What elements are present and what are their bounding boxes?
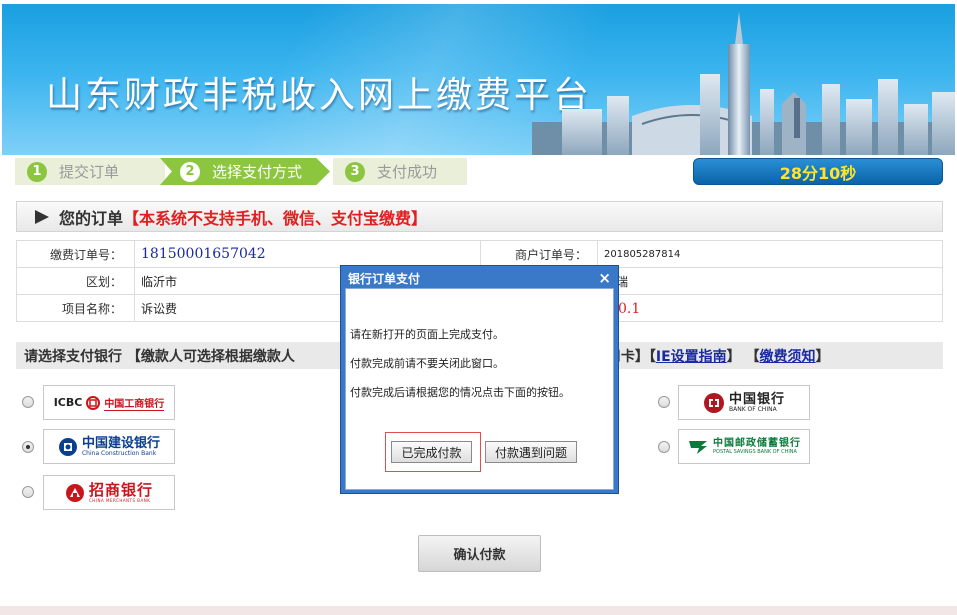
cmb-emblem-icon xyxy=(65,483,84,502)
bank-option-cmb[interactable]: 招商银行 CHINA MERCHANTS BANK xyxy=(43,475,175,510)
bank-radio-cmb[interactable] xyxy=(22,486,34,498)
order-notice: 【本系统不支持手机、微信、支付宝缴费】 xyxy=(123,208,428,228)
payer-value: 菲瑞 xyxy=(597,267,943,295)
triangle-right-icon xyxy=(35,209,49,224)
footer-strip xyxy=(0,606,957,615)
boc-emblem-icon xyxy=(703,392,724,413)
bank-bar-prefix: 请选择支付银行 【缴款人可选择根据缴款人 xyxy=(24,348,295,365)
merchant-order-value: 201805287814 xyxy=(597,240,943,268)
dialog-message-2: 付款完成前请不要关闭此窗口。 xyxy=(350,357,504,370)
region-label: 区划： xyxy=(16,267,135,295)
bank-bar-end: 】 xyxy=(815,348,830,365)
step-number: 3 xyxy=(345,161,365,182)
step-payment-success: 3 支付成功 xyxy=(333,158,467,185)
item-name-label: 项目名称： xyxy=(16,294,135,322)
bank-option-psbc[interactable]: 中国邮政储蓄银行 POSTAL SAVINGS BANK OF CHINA xyxy=(678,429,810,464)
ie-settings-guide-link[interactable]: IE设置指南 xyxy=(656,346,727,366)
close-icon[interactable]: × xyxy=(598,271,611,286)
city-skyline-image xyxy=(532,12,955,155)
step-number: 2 xyxy=(180,161,200,182)
bank-option-boc[interactable]: 中国银行 BANK OF CHINA xyxy=(678,385,810,420)
bank-bar-mid: 】 【 xyxy=(726,348,760,365)
boc-logo: 中国银行 BANK OF CHINA xyxy=(703,392,785,414)
step-number: 1 xyxy=(27,161,47,182)
bank-radio-boc[interactable] xyxy=(658,396,670,408)
order-number-value: 18150001657042 xyxy=(141,246,266,262)
payment-problem-button[interactable]: 付款遇到问题 xyxy=(485,441,577,463)
table-row: 缴费订单号： 18150001657042 商户订单号： 20180528781… xyxy=(16,240,943,268)
merchant-order-label: 商户订单号： xyxy=(480,240,598,268)
dialog-title: 银行订单支付 xyxy=(348,272,421,286)
icbc-emblem-icon xyxy=(86,395,101,410)
order-heading: 您的订单 xyxy=(59,208,124,228)
progress-steps: 1 提交订单 2 选择支付方式 3 支付成功 xyxy=(15,158,467,185)
bank-payment-dialog: 银行订单支付 × 请在新打开的页面上完成支付。 付款完成前请不要关闭此窗口。 付… xyxy=(340,265,619,494)
dialog-message-3: 付款完成后请根据您的情况点击下面的按钮。 xyxy=(350,386,570,399)
order-section-header: 您的订单 【本系统不支持手机、微信、支付宝缴费】 xyxy=(16,201,943,232)
psbc-emblem-icon xyxy=(689,440,707,454)
step-submit-order: 1 提交订单 xyxy=(15,158,165,185)
bank-option-icbc[interactable]: ICBC 中国工商银行 xyxy=(43,385,175,420)
dialog-body: 请在新打开的页面上完成支付。 付款完成前请不要关闭此窗口。 付款完成后请根据您的… xyxy=(345,288,614,490)
ccb-logo: 中国建设银行 China Construction Bank xyxy=(58,437,160,457)
psbc-logo: 中国邮政储蓄银行 POSTAL SAVINGS BANK OF CHINA xyxy=(687,437,801,457)
bank-radio-psbc[interactable] xyxy=(658,441,670,453)
bank-option-ccb[interactable]: 中国建设银行 China Construction Bank xyxy=(43,429,175,464)
step-label: 支付成功 xyxy=(377,163,438,181)
dialog-titlebar: 银行订单支付 × xyxy=(344,269,615,288)
ccb-emblem-icon xyxy=(58,437,77,456)
payment-completed-button[interactable]: 已完成付款 xyxy=(391,441,472,463)
order-number-label: 缴费订单号： xyxy=(16,240,135,268)
step-label: 提交订单 xyxy=(59,163,120,181)
bank-radio-icbc[interactable] xyxy=(22,396,34,408)
payment-page: 山东财政非税收入网上缴费平台 1 提交订单 2 选择支付方式 3 支付成功 28… xyxy=(0,0,957,615)
confirm-payment-button[interactable]: 确认付款 xyxy=(418,535,541,572)
payment-notice-link[interactable]: 缴费须知 xyxy=(760,346,816,366)
cmb-logo: 招商银行 CHINA MERCHANTS BANK xyxy=(65,482,153,503)
step-choose-payment: 2 选择支付方式 xyxy=(160,158,330,185)
countdown-timer: 28分10秒 xyxy=(693,158,943,185)
icbc-logo: ICBC 中国工商银行 xyxy=(53,395,165,411)
header-banner: 山东财政非税收入网上缴费平台 xyxy=(2,4,955,155)
bank-radio-ccb[interactable] xyxy=(22,441,34,453)
dialog-message-1: 请在新打开的页面上完成支付。 xyxy=(350,328,504,341)
step-label: 选择支付方式 xyxy=(212,163,303,181)
banner-title: 山东财政非税收入网上缴费平台 xyxy=(46,75,593,116)
